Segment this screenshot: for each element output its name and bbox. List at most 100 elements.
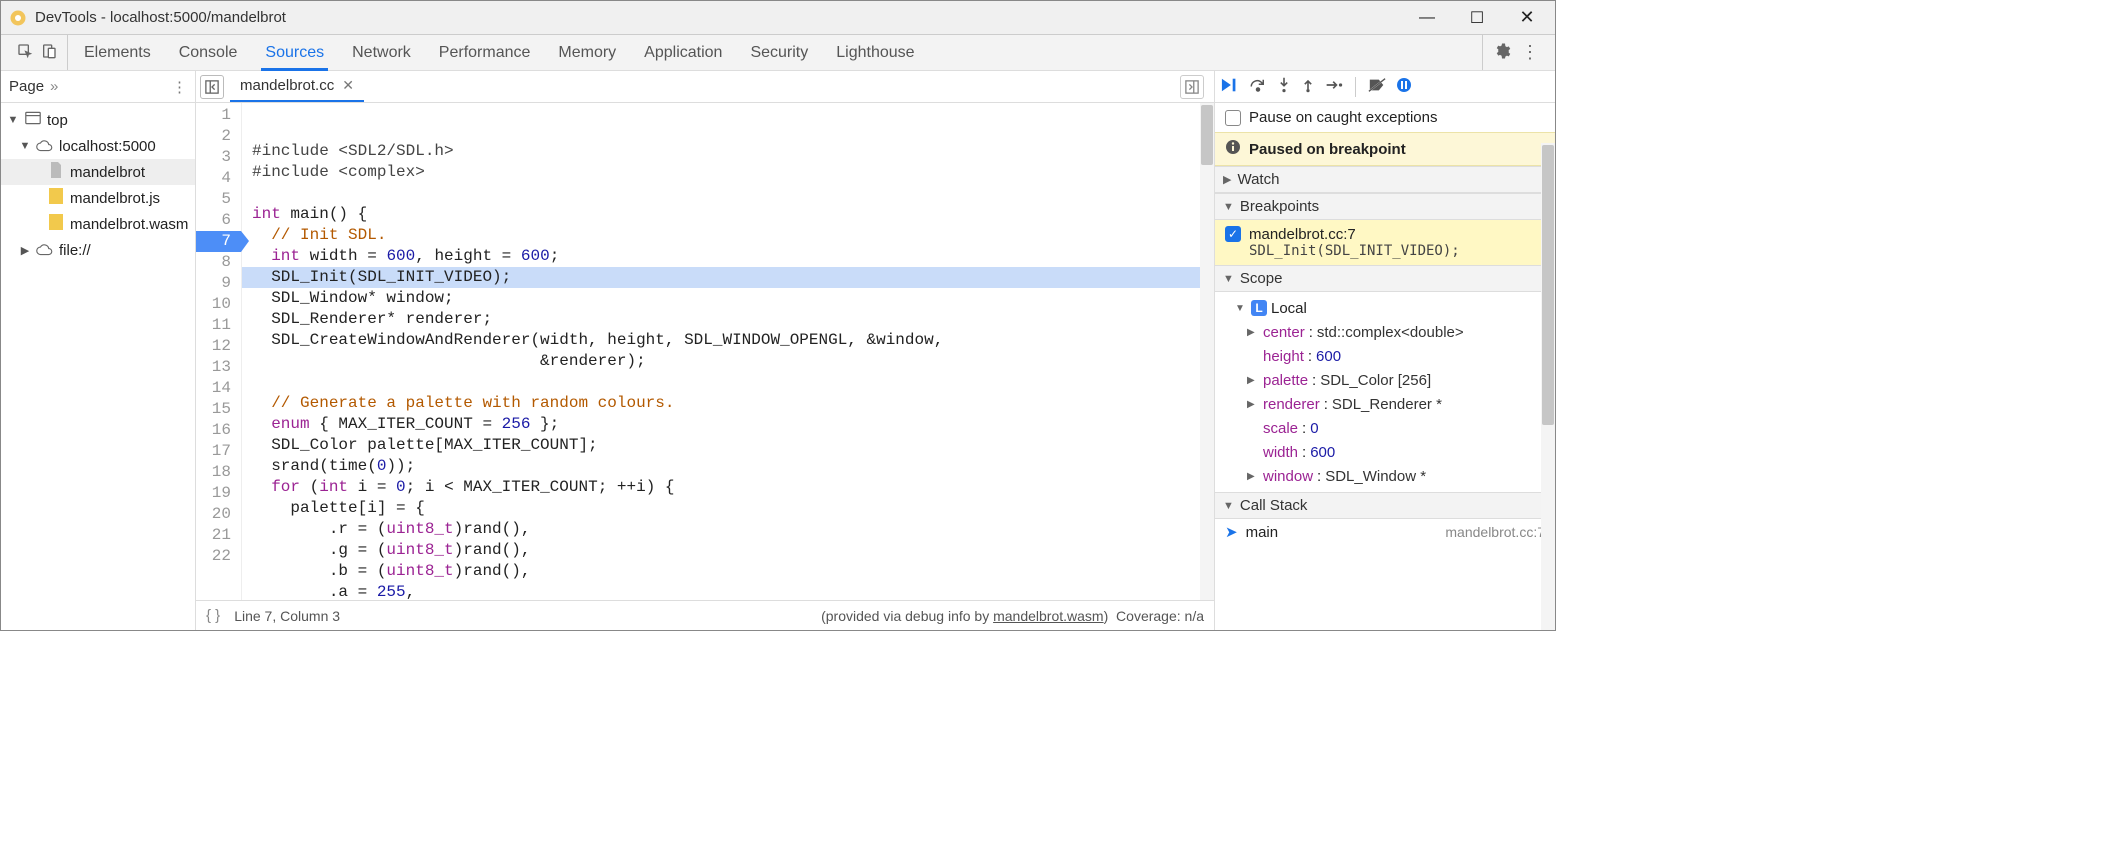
gutter-line[interactable]: 2 bbox=[196, 126, 241, 147]
tree-row-host[interactable]: ▼ localhost:5000 bbox=[1, 133, 195, 159]
scope-variable[interactable]: width: 600 bbox=[1225, 440, 1545, 464]
gutter-line[interactable]: 17 bbox=[196, 441, 241, 462]
gutter-line[interactable]: 15 bbox=[196, 399, 241, 420]
code-line[interactable] bbox=[252, 183, 1214, 204]
scrollbar-thumb[interactable] bbox=[1542, 145, 1554, 425]
debugger-scrollbar[interactable] bbox=[1541, 143, 1555, 630]
tab-network[interactable]: Network bbox=[352, 35, 411, 70]
pause-on-caught-checkbox[interactable] bbox=[1225, 110, 1241, 126]
editor-tab-mandelbrot-cc[interactable]: mandelbrot.cc ✕ bbox=[230, 71, 364, 102]
code-line[interactable]: SDL_Color palette[MAX_ITER_COUNT]; bbox=[252, 435, 1214, 456]
navigator-menu-icon[interactable]: ⋮ bbox=[172, 78, 187, 96]
debug-info-link[interactable]: mandelbrot.wasm bbox=[993, 608, 1104, 624]
code-line[interactable]: .r = (uint8_t)rand(), bbox=[252, 519, 1214, 540]
gutter-line[interactable]: 20 bbox=[196, 504, 241, 525]
code-line[interactable]: .a = 255, bbox=[252, 582, 1214, 600]
gutter-line[interactable]: 18 bbox=[196, 462, 241, 483]
breakpoint-checkbox[interactable]: ✓ bbox=[1225, 226, 1241, 242]
settings-icon[interactable] bbox=[1493, 42, 1511, 63]
code-line[interactable]: #include <complex> bbox=[252, 162, 1214, 183]
tab-elements[interactable]: Elements bbox=[84, 35, 151, 70]
editor-scrollbar[interactable] bbox=[1200, 103, 1214, 600]
tree-row-file-mandelbrot[interactable]: mandelbrot bbox=[1, 159, 195, 185]
navigator-more-tabs-icon[interactable]: » bbox=[50, 78, 58, 95]
gutter-line[interactable]: 12 bbox=[196, 336, 241, 357]
tree-row-file-mandelbrot-wasm[interactable]: mandelbrot.wasm bbox=[1, 211, 195, 237]
code-line[interactable]: enum { MAX_ITER_COUNT = 256 }; bbox=[252, 414, 1214, 435]
navigator-tab-page[interactable]: Page bbox=[9, 78, 44, 95]
tab-memory[interactable]: Memory bbox=[558, 35, 616, 70]
section-breakpoints[interactable]: ▼Breakpoints bbox=[1215, 193, 1555, 220]
gutter-line[interactable]: 9 bbox=[196, 273, 241, 294]
scope-variable[interactable]: ▶palette: SDL_Color [256] bbox=[1225, 368, 1545, 392]
tab-lighthouse[interactable]: Lighthouse bbox=[836, 35, 914, 70]
step-icon[interactable] bbox=[1325, 78, 1343, 96]
gutter-line[interactable]: 22 bbox=[196, 546, 241, 567]
close-button[interactable]: ✕ bbox=[1507, 7, 1547, 28]
deactivate-breakpoints-icon[interactable] bbox=[1368, 77, 1386, 97]
scope-local-header[interactable]: ▼ L Local bbox=[1225, 296, 1545, 320]
tab-console[interactable]: Console bbox=[179, 35, 238, 70]
section-callstack[interactable]: ▼Call Stack bbox=[1215, 492, 1555, 519]
gutter-line[interactable]: 19 bbox=[196, 483, 241, 504]
scrollbar-thumb[interactable] bbox=[1201, 105, 1213, 165]
scope-variable[interactable]: ▶center: std::complex<double> bbox=[1225, 320, 1545, 344]
scope-variable[interactable]: height: 600 bbox=[1225, 344, 1545, 368]
tree-row-filescheme[interactable]: ▶ file:// bbox=[1, 237, 195, 263]
section-scope[interactable]: ▼Scope bbox=[1215, 265, 1555, 292]
tree-row-file-mandelbrot-js[interactable]: mandelbrot.js bbox=[1, 185, 195, 211]
code-line[interactable]: .b = (uint8_t)rand(), bbox=[252, 561, 1214, 582]
gutter-line[interactable]: 8 bbox=[196, 252, 241, 273]
scope-variable[interactable]: ▶renderer: SDL_Renderer * bbox=[1225, 392, 1545, 416]
toggle-debugger-icon[interactable] bbox=[1180, 75, 1204, 99]
tree-row-top[interactable]: ▼ top bbox=[1, 107, 195, 133]
gutter-line[interactable]: 10 bbox=[196, 294, 241, 315]
resume-icon[interactable] bbox=[1221, 77, 1239, 97]
code-line[interactable]: SDL_Init(SDL_INIT_VIDEO); bbox=[242, 267, 1214, 288]
pretty-print-icon[interactable]: { } bbox=[206, 607, 220, 624]
gutter-line[interactable]: 11 bbox=[196, 315, 241, 336]
gutter-line[interactable]: 3 bbox=[196, 147, 241, 168]
code-line[interactable]: &renderer); bbox=[252, 351, 1214, 372]
code-line[interactable]: srand(time(0)); bbox=[252, 456, 1214, 477]
gutter-line[interactable]: 21 bbox=[196, 525, 241, 546]
gutter-line[interactable]: 5 bbox=[196, 189, 241, 210]
gutter-line[interactable]: 16 bbox=[196, 420, 241, 441]
breakpoint-item[interactable]: ✓ mandelbrot.cc:7 SDL_Init(SDL_INIT_VIDE… bbox=[1215, 220, 1555, 265]
maximize-button[interactable]: ☐ bbox=[1457, 8, 1497, 28]
code-line[interactable]: SDL_CreateWindowAndRenderer(width, heigh… bbox=[252, 330, 1214, 351]
scope-variable[interactable]: scale: 0 bbox=[1225, 416, 1545, 440]
tab-performance[interactable]: Performance bbox=[439, 35, 531, 70]
code-line[interactable]: #include <SDL2/SDL.h> bbox=[252, 141, 1214, 162]
gutter-line[interactable]: 1 bbox=[196, 105, 241, 126]
code-line[interactable]: for (int i = 0; i < MAX_ITER_COUNT; ++i)… bbox=[252, 477, 1214, 498]
code-line[interactable]: .g = (uint8_t)rand(), bbox=[252, 540, 1214, 561]
gutter-line[interactable]: 14 bbox=[196, 378, 241, 399]
step-into-icon[interactable] bbox=[1277, 77, 1291, 97]
code-line[interactable]: int width = 600, height = 600; bbox=[252, 246, 1214, 267]
code-line[interactable]: SDL_Renderer* renderer; bbox=[252, 309, 1214, 330]
gutter-line[interactable]: 6 bbox=[196, 210, 241, 231]
code-line[interactable]: // Generate a palette with random colour… bbox=[252, 393, 1214, 414]
scope-variable[interactable]: ▶window: SDL_Window * bbox=[1225, 464, 1545, 488]
code-line[interactable]: SDL_Window* window; bbox=[252, 288, 1214, 309]
code-content[interactable]: #include <SDL2/SDL.h>#include <complex> i… bbox=[242, 103, 1214, 600]
code-editor[interactable]: 12345678910111213141516171819202122 #inc… bbox=[196, 103, 1214, 600]
minimize-button[interactable]: — bbox=[1407, 9, 1447, 27]
tab-application[interactable]: Application bbox=[644, 35, 722, 70]
more-menu-icon[interactable]: ⋮ bbox=[1521, 42, 1539, 63]
tab-sources[interactable]: Sources bbox=[265, 35, 324, 70]
code-line[interactable] bbox=[252, 372, 1214, 393]
section-watch[interactable]: ▶Watch bbox=[1215, 166, 1555, 193]
line-gutter[interactable]: 12345678910111213141516171819202122 bbox=[196, 103, 242, 600]
gutter-line[interactable]: 13 bbox=[196, 357, 241, 378]
code-line[interactable]: palette[i] = { bbox=[252, 498, 1214, 519]
gutter-line[interactable]: 4 bbox=[196, 168, 241, 189]
device-toolbar-icon[interactable] bbox=[41, 43, 57, 62]
inspect-element-icon[interactable] bbox=[17, 43, 33, 62]
tab-security[interactable]: Security bbox=[750, 35, 808, 70]
step-out-icon[interactable] bbox=[1301, 77, 1315, 97]
code-line[interactable]: int main() { bbox=[252, 204, 1214, 225]
step-over-icon[interactable] bbox=[1249, 77, 1267, 97]
callstack-frame[interactable]: ➤ main mandelbrot.cc:7 bbox=[1215, 519, 1555, 545]
